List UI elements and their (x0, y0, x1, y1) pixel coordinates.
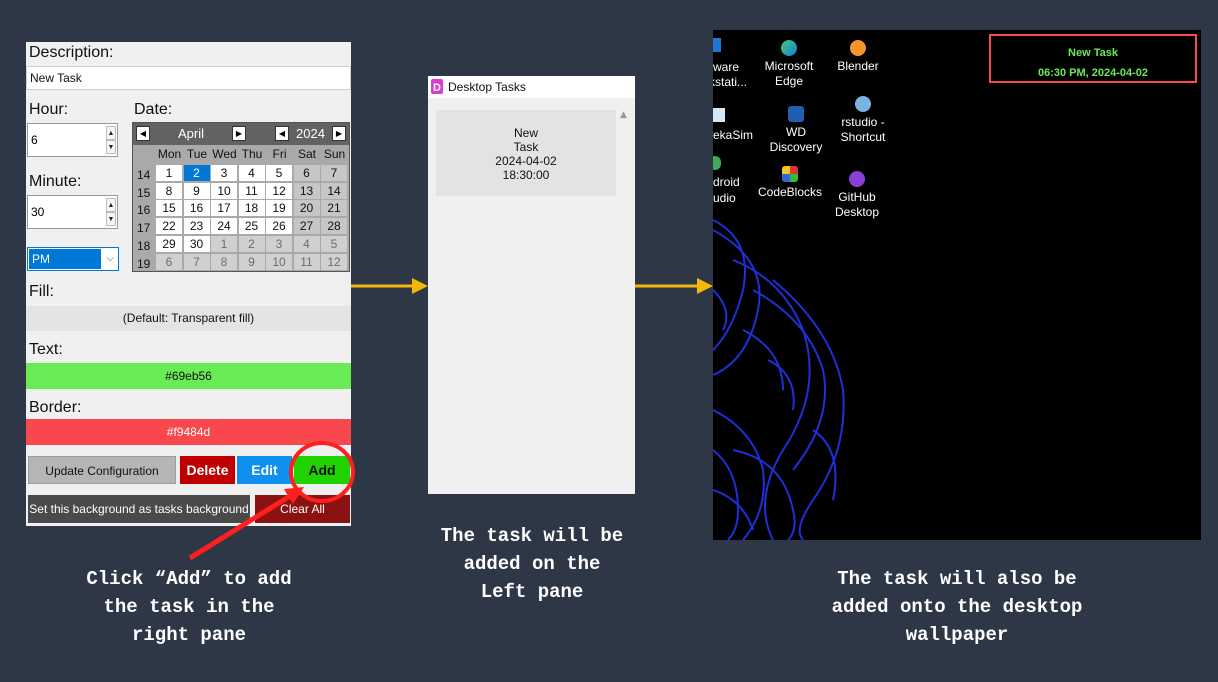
caption-line: right pane (131, 624, 247, 646)
caption-line: Click “Add” to add (86, 568, 292, 590)
arrow-to-left-pane-icon (351, 278, 428, 294)
caption-line: The task will be (440, 525, 624, 547)
caption-line: wallpaper (905, 624, 1009, 646)
caption-line: Left pane (480, 581, 584, 603)
caption-line: added on the (463, 553, 601, 575)
pointer-arrow-icon (188, 487, 304, 561)
caption-left: Click “Add” to add the task in the right… (30, 565, 348, 649)
caption-line: The task will also be (837, 568, 1077, 590)
caption-middle: The task will be added on the Left pane (405, 522, 659, 606)
arrow-to-desktop-icon (635, 278, 713, 294)
caption-line: added onto the desktop (831, 596, 1083, 618)
caption-line: the task in the (103, 596, 275, 618)
caption-right: The task will also be added onto the des… (770, 565, 1144, 649)
